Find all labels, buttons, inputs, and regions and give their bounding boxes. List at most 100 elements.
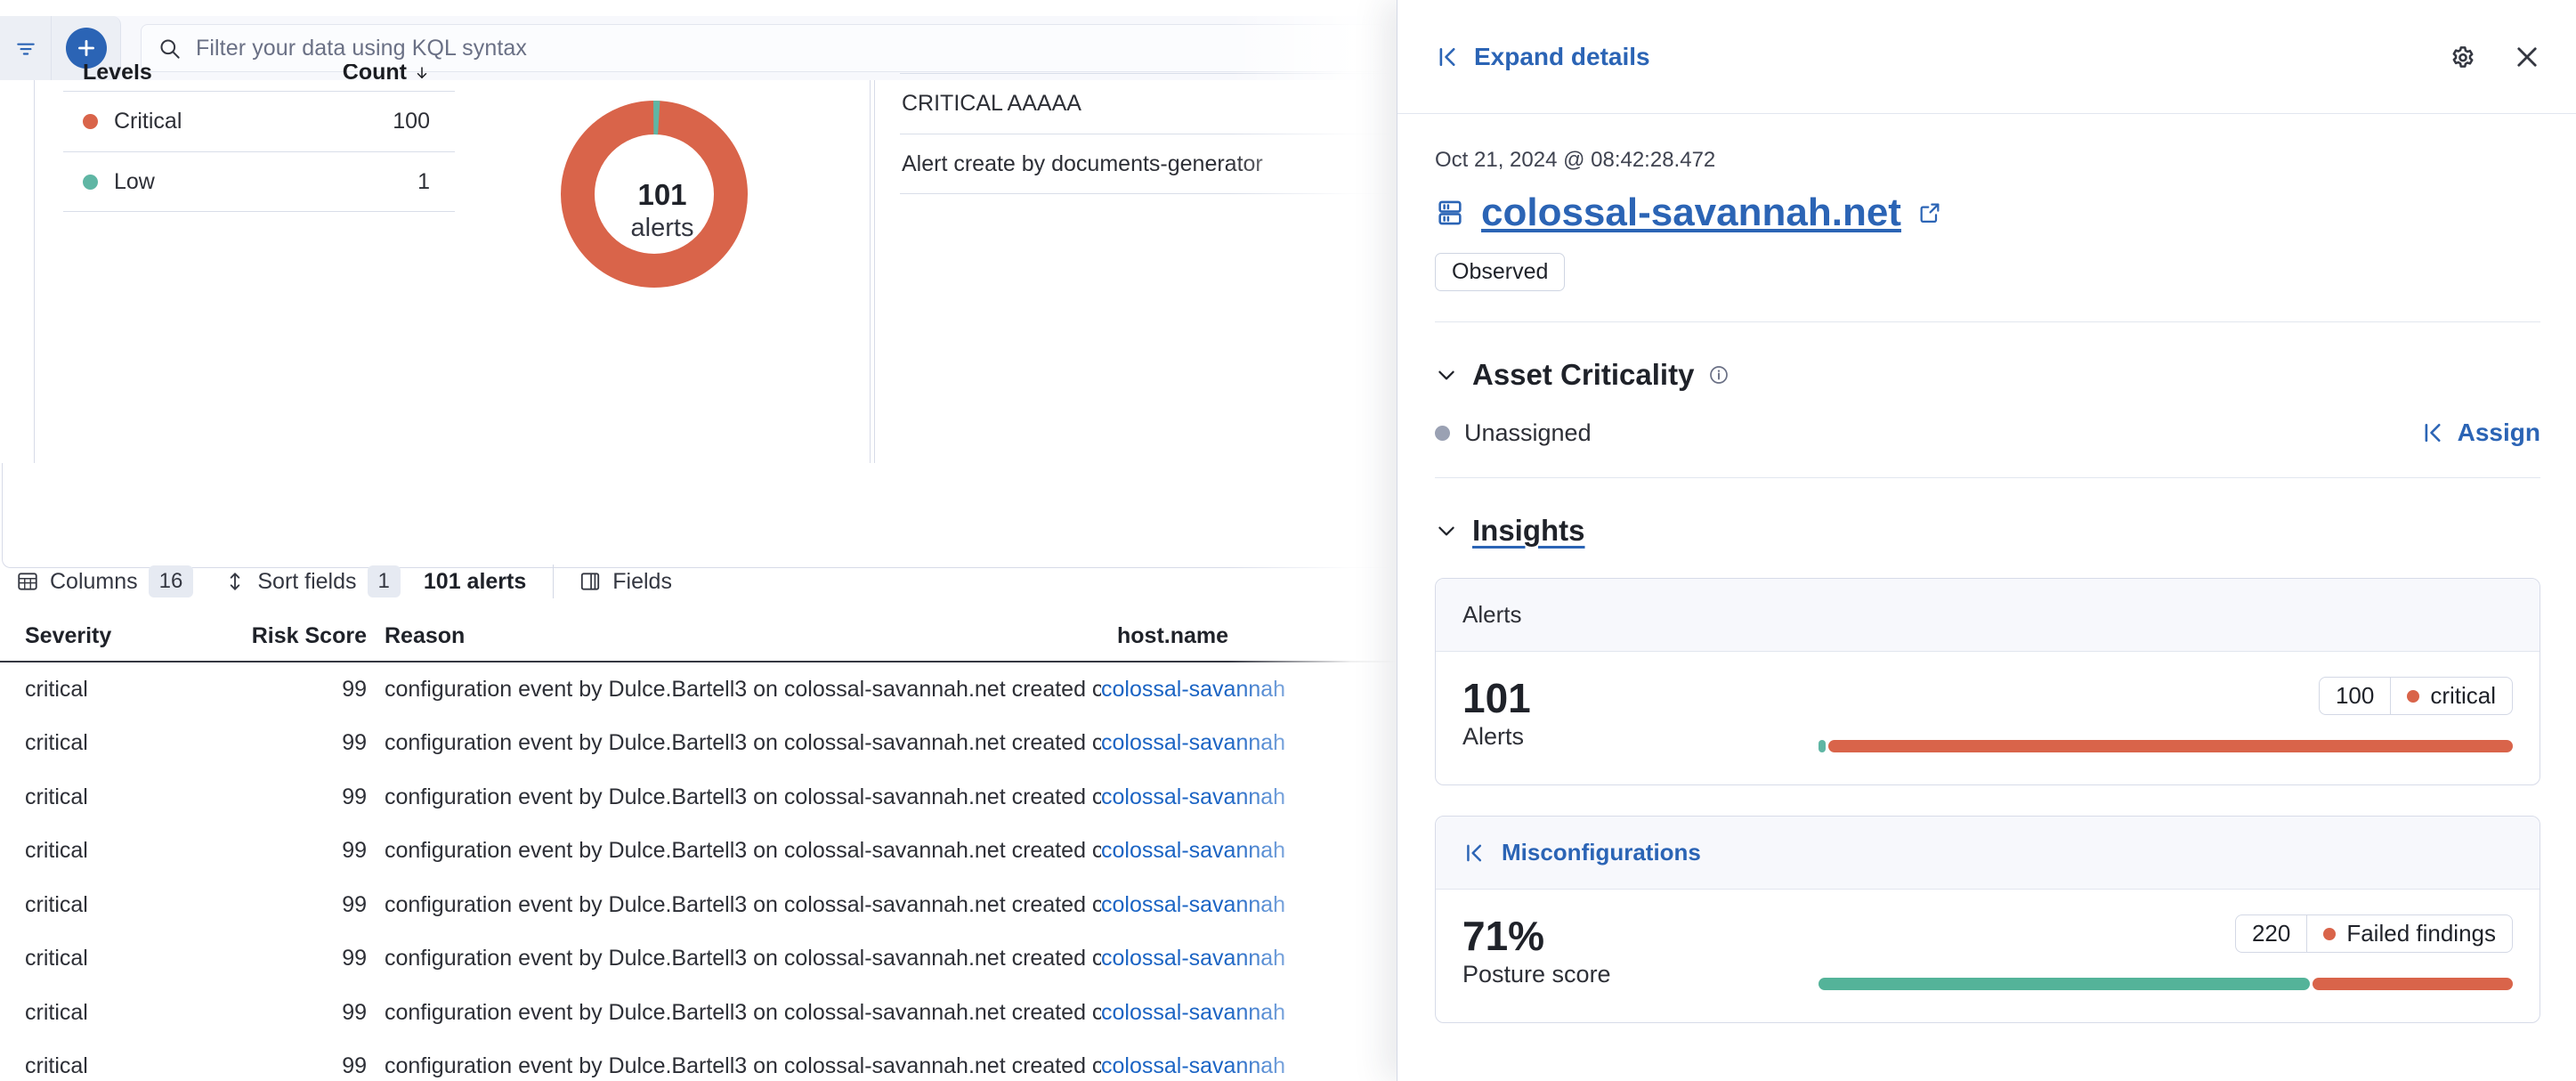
levels-table: Levels Count Critical 100 Low 1 (63, 64, 455, 212)
table-header-row: Severity Risk Score Reason host.name (0, 611, 1396, 662)
cell-host-name: colossal-savannah (1101, 1000, 1359, 1026)
table-row[interactable]: critical 99 configuration event by Dulce.B… (0, 662, 1396, 717)
table-row[interactable]: critical 99 configuration event by Dulce.B… (0, 932, 1396, 987)
alerts-donut-chart[interactable]: 101 alerts (515, 87, 809, 319)
insight-card-title: Alerts (1462, 601, 1522, 628)
cell-severity: critical (25, 838, 88, 864)
search-icon (160, 38, 180, 59)
host-name-link[interactable]: colossal-savannah (1101, 946, 1285, 971)
host-name-link[interactable]: colossal-savannah (1101, 1000, 1285, 1025)
table-toolbar: Columns 16 Sort fields 1 101 alerts Fiel… (0, 552, 1396, 611)
fields-icon (581, 573, 600, 590)
cell-risk-score: 99 (342, 946, 367, 971)
asset-criticality-value-row: Unassigned Assign (1435, 419, 2540, 447)
cell-reason: configuration event by Dulce.Bartell3 on… (385, 730, 1101, 756)
level-count: 1 (417, 168, 430, 194)
app-root: Filter your data using KQL syntax Levels… (0, 0, 2576, 1081)
insight-card-title: Misconfigurations (1502, 839, 1701, 866)
close-icon[interactable] (2512, 42, 2542, 72)
table-row[interactable]: critical 99 configuration event by Dulce.B… (0, 825, 1396, 879)
collapse-left-icon (2425, 423, 2441, 443)
posture-metric: 71% Posture score (1462, 914, 1819, 988)
levels-row-low[interactable]: Low 1 (63, 151, 455, 212)
column-header-host-name[interactable]: host.name (1101, 623, 1359, 649)
gear-icon[interactable] (2448, 42, 2478, 72)
expand-details-button[interactable]: Expand details (1435, 43, 1650, 71)
status-badge[interactable]: Observed (1435, 253, 1566, 291)
search-placeholder: Filter your data using KQL syntax (196, 35, 527, 61)
bar-segment-failed (2312, 978, 2513, 990)
insight-card-header[interactable]: Misconfigurations (1436, 817, 2540, 890)
cell-host-name: colossal-savannah (1101, 730, 1359, 756)
collapse-left-icon (1439, 47, 1455, 66)
external-link-icon[interactable] (1917, 200, 1942, 225)
table-row[interactable]: critical 99 configuration event by Dulce.B… (0, 717, 1396, 771)
sort-fields-button[interactable]: Sort fields 1 (223, 565, 401, 597)
failed-findings-pill[interactable]: 220 Failed findings (2234, 914, 2513, 953)
cell-host-name: colossal-savannah (1101, 946, 1359, 971)
fields-button[interactable]: Fields (579, 569, 672, 595)
cell-severity: critical (25, 730, 88, 756)
host-name-link[interactable]: colossal-savannah (1101, 1053, 1285, 1078)
bar-segment-passed (1819, 978, 2310, 990)
cell-reason: configuration event by Dulce.Bartell3 on… (385, 784, 1101, 809)
host-title-row: colossal-savannah.net (1435, 191, 2540, 235)
levels-table-header: Levels Count (63, 64, 455, 91)
host-name-link[interactable]: colossal-savannah (1101, 784, 1285, 809)
expand-details-label: Expand details (1474, 42, 1650, 70)
cell-risk-score: 99 (342, 999, 367, 1025)
bar-segment-critical (1827, 740, 2513, 752)
table-body: critical 99 configuration event by Dulce.B… (0, 662, 1396, 1081)
count-column-header[interactable]: Count (343, 64, 430, 85)
pill-label: critical (2430, 682, 2496, 709)
cell-risk-score: 99 (342, 891, 367, 917)
assign-button[interactable]: Assign (2420, 419, 2540, 447)
donut-unit: alerts (630, 213, 694, 242)
flyout-header-actions (2448, 42, 2542, 72)
list-item[interactable]: CRITICAL AAAAA (900, 73, 1398, 134)
criticality-dot (1435, 425, 1450, 441)
levels-row-critical[interactable]: Critical 100 (63, 91, 455, 151)
levels-column-header: Levels (83, 64, 152, 85)
cell-severity: critical (25, 891, 88, 917)
cell-host-name: colossal-savannah (1101, 677, 1359, 703)
columns-count-badge: 16 (148, 565, 194, 597)
host-name-link[interactable]: colossal-savannah.net (1481, 191, 1901, 235)
insights-title[interactable]: Insights (1472, 514, 1585, 548)
table-row[interactable]: critical 99 configuration event by Dulce.B… (0, 770, 1396, 825)
server-icon (1438, 200, 1462, 225)
host-name-link[interactable]: colossal-savannah (1101, 892, 1285, 917)
alerts-metric-value: 101 (1462, 675, 1531, 721)
list-item[interactable]: Alert create by documents-generator (900, 134, 1398, 194)
alerts-distribution-bar (1819, 740, 2513, 752)
cell-reason: configuration event by Dulce.Bartell3 on… (385, 676, 1101, 702)
host-name-link[interactable]: colossal-savannah (1101, 838, 1285, 863)
host-name-link[interactable]: colossal-savannah (1101, 677, 1285, 702)
chevron-down-icon[interactable] (1435, 363, 1458, 386)
table-row[interactable]: critical 99 configuration event by Dulce.B… (0, 1040, 1396, 1081)
info-icon[interactable] (1708, 364, 1729, 386)
cell-reason: configuration event by Dulce.Bartell3 on… (385, 1053, 1101, 1079)
asset-criticality-header: Asset Criticality (1435, 358, 2540, 392)
alerts-metric: 101 Alerts (1462, 677, 1819, 751)
cell-severity: critical (25, 946, 88, 971)
column-header-risk-score[interactable]: Risk Score (150, 623, 374, 649)
severity-dot-critical (83, 114, 98, 129)
chevron-down-icon[interactable] (1435, 519, 1458, 542)
column-header-reason[interactable]: Reason (374, 623, 1101, 649)
table-row[interactable]: critical 99 configuration event by Dulce.B… (0, 986, 1396, 1040)
alerts-critical-pill[interactable]: 100 critical (2318, 677, 2513, 715)
table-row[interactable]: critical 99 configuration event by Dulce.B… (0, 878, 1396, 932)
host-details-flyout: Expand details Oct 21, 2024 @ 08:42:28.4… (1397, 0, 2576, 1081)
pill-label-wrap: critical (2391, 678, 2512, 714)
host-name-link[interactable]: colossal-savannah (1101, 730, 1285, 755)
cell-risk-score: 99 (342, 676, 367, 702)
insight-card-header: Alerts (1436, 579, 2540, 652)
columns-button[interactable]: Columns 16 (16, 565, 194, 597)
assign-label: Assign (2457, 419, 2540, 446)
sort-fields-label: Sort fields (257, 568, 357, 594)
column-header-severity[interactable]: Severity (0, 623, 150, 649)
filter-button[interactable] (0, 16, 52, 80)
add-filter-button[interactable] (65, 28, 107, 69)
posture-breakdown: 220 Failed findings (1819, 914, 2513, 990)
